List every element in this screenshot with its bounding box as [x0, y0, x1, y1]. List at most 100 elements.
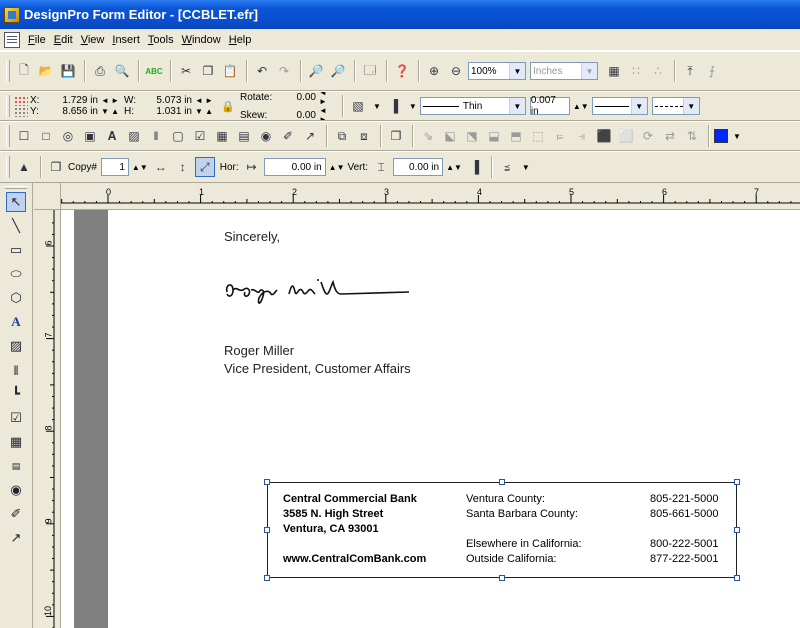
save-icon[interactable]: 💾	[58, 61, 78, 81]
zoom-out-icon[interactable]: ⊖	[446, 61, 466, 81]
skew-value[interactable]: 0.00	[288, 110, 316, 121]
line-tool-icon[interactable]: ╲	[6, 216, 26, 236]
edit-tool-icon[interactable]: ✐	[6, 504, 26, 524]
align-bottom-icon[interactable]: ⬒	[506, 126, 526, 146]
rotate-spinner[interactable]: ◄ ►	[319, 92, 335, 106]
fill-icon[interactable]: ▧	[348, 96, 368, 116]
horizontal-arrow-icon[interactable]: ↔	[151, 157, 171, 177]
signer-name[interactable]: Roger Miller	[224, 343, 294, 358]
box-tool-icon[interactable]: ┗	[6, 384, 26, 404]
align-right-icon[interactable]: ⬔	[462, 126, 482, 146]
properties-icon[interactable]: 🗔	[360, 61, 380, 81]
bank-name[interactable]: Central Commercial Bank	[283, 493, 417, 505]
find-replace-icon[interactable]: 🔎	[328, 61, 348, 81]
lock-icon[interactable]: 🔒	[218, 96, 238, 116]
menu-window[interactable]: Window	[178, 34, 225, 46]
distribute-icon[interactable]: ⬚	[528, 126, 548, 146]
copy-count-spinner[interactable]: ▲▼	[132, 163, 148, 172]
menu-insert[interactable]: Insert	[108, 34, 144, 46]
contact-label[interactable]: Outside California:	[466, 553, 557, 565]
footer-box[interactable]: Central Commercial Bank 3585 N. High Str…	[264, 479, 740, 581]
zoom-in-icon[interactable]: ⊕	[424, 61, 444, 81]
align-center-icon[interactable]: ⬕	[440, 126, 460, 146]
bank-city[interactable]: Ventura, CA 93001	[283, 523, 379, 535]
mirror-icon[interactable]: ⇅	[682, 126, 702, 146]
copy-count-input[interactable]: 1	[100, 158, 129, 176]
layout-icon[interactable]: ▦	[604, 61, 624, 81]
h-spinner[interactable]: ▼ ▲	[195, 107, 215, 116]
box-object-icon[interactable]: ▢	[168, 126, 188, 146]
table-tool-icon[interactable]: ▦	[6, 432, 26, 452]
frame-icon[interactable]: □	[36, 126, 56, 146]
color-dropdown-icon[interactable]: ▼	[733, 132, 741, 141]
redo-icon[interactable]: ↷	[274, 61, 294, 81]
resize-handle[interactable]	[264, 575, 270, 581]
print-preview-icon[interactable]: 🔍	[112, 61, 132, 81]
x-spinner[interactable]: ◄ ►	[101, 96, 121, 105]
text-box-icon[interactable]: ☐	[14, 126, 34, 146]
signer-title[interactable]: Vice President, Customer Affairs	[224, 361, 411, 376]
x-value[interactable]: 1.729 in	[48, 95, 98, 106]
rectangle-tool-icon[interactable]: ▭	[6, 240, 26, 260]
menu-file[interactable]: File	[24, 34, 50, 46]
copy-multiple-icon[interactable]: ❐	[46, 157, 66, 177]
closing-text[interactable]: Sincerely,	[224, 229, 280, 244]
grid-icon[interactable]: ∷	[626, 61, 646, 81]
signature-image[interactable]	[223, 268, 413, 308]
entry-field-tool-icon[interactable]: ▤	[6, 456, 26, 476]
resize-handle[interactable]	[734, 527, 740, 533]
text-object-icon[interactable]: 𝐀	[102, 126, 122, 146]
same-height-icon[interactable]: ⫣	[572, 126, 592, 146]
group-icon[interactable]: ❐	[386, 126, 406, 146]
toolbar-grip[interactable]	[6, 60, 10, 82]
undo-icon[interactable]: ↶	[252, 61, 272, 81]
link-tool-icon[interactable]: ↗	[6, 528, 26, 548]
text-tool-icon[interactable]: A	[6, 312, 26, 332]
pen-icon[interactable]: ▐	[384, 96, 404, 116]
toolbar-grip[interactable]	[6, 125, 10, 147]
same-width-icon[interactable]: ⫢	[550, 126, 570, 146]
pen-dropdown-icon[interactable]: ▼	[409, 102, 417, 111]
barcode-object-icon[interactable]: ‖	[146, 126, 166, 146]
skew-spinner[interactable]: ◄ ►	[319, 106, 335, 120]
bank-street[interactable]: 3585 N. High Street	[283, 508, 383, 520]
resize-handle[interactable]	[499, 479, 505, 485]
fill-dropdown-icon[interactable]: ▼	[373, 102, 381, 111]
contact-label[interactable]: Santa Barbara County:	[466, 508, 578, 520]
toolbar-grip[interactable]	[6, 95, 10, 117]
resize-handle[interactable]	[734, 479, 740, 485]
hor-spacing-spinner[interactable]: ▲▼	[329, 163, 345, 172]
checkbox-object-icon[interactable]: ☑	[190, 126, 210, 146]
units-select[interactable]: Inches ▼	[530, 62, 598, 80]
copy-icon[interactable]: ❐	[198, 61, 218, 81]
w-value[interactable]: 5.073 in	[142, 95, 192, 106]
line-width-spinner[interactable]: ▲▼	[573, 102, 589, 111]
snap-icon[interactable]: ∴	[648, 61, 668, 81]
w-spinner[interactable]: ◄ ►	[195, 96, 215, 105]
contact-phone[interactable]: 805-661-5000	[650, 508, 719, 520]
cut-icon[interactable]: ✂	[176, 61, 196, 81]
new-file-icon[interactable]: 🗋	[14, 61, 34, 81]
menu-edit[interactable]: Edit	[50, 34, 77, 46]
align-top-icon[interactable]: ⬓	[484, 126, 504, 146]
diagonal-arrow-icon[interactable]: ⤢	[194, 157, 215, 177]
radio-object-icon[interactable]: ◉	[256, 126, 276, 146]
image-object-icon[interactable]: ▨	[124, 126, 144, 146]
color-swatch[interactable]	[714, 129, 728, 143]
polygon-tool-icon[interactable]: ⬡	[6, 288, 26, 308]
radio-tool-icon[interactable]: ◉	[6, 480, 26, 500]
contact-phone[interactable]: 805-221-5000	[650, 493, 719, 505]
shape-icon[interactable]: ◎	[58, 126, 78, 146]
menu-tools[interactable]: Tools	[144, 34, 178, 46]
table-object-icon[interactable]: ▦	[212, 126, 232, 146]
help-icon[interactable]: ❓	[392, 61, 412, 81]
design-workspace[interactable]: 0 1 2 3 4 5 6 7 6 7 8 9 10 Sincerely, Ro…	[34, 183, 800, 628]
menu-view[interactable]: View	[77, 34, 109, 46]
contact-label[interactable]: Ventura County:	[466, 493, 545, 505]
menu-help[interactable]: Help	[225, 34, 256, 46]
print-icon[interactable]: ⎙	[90, 61, 110, 81]
text-spacing-icon[interactable]: ⪳	[497, 157, 517, 177]
contact-label[interactable]: Elsewhere in California:	[466, 538, 582, 550]
resize-handle[interactable]	[499, 575, 505, 581]
entry-object-icon[interactable]: ▤	[234, 126, 254, 146]
